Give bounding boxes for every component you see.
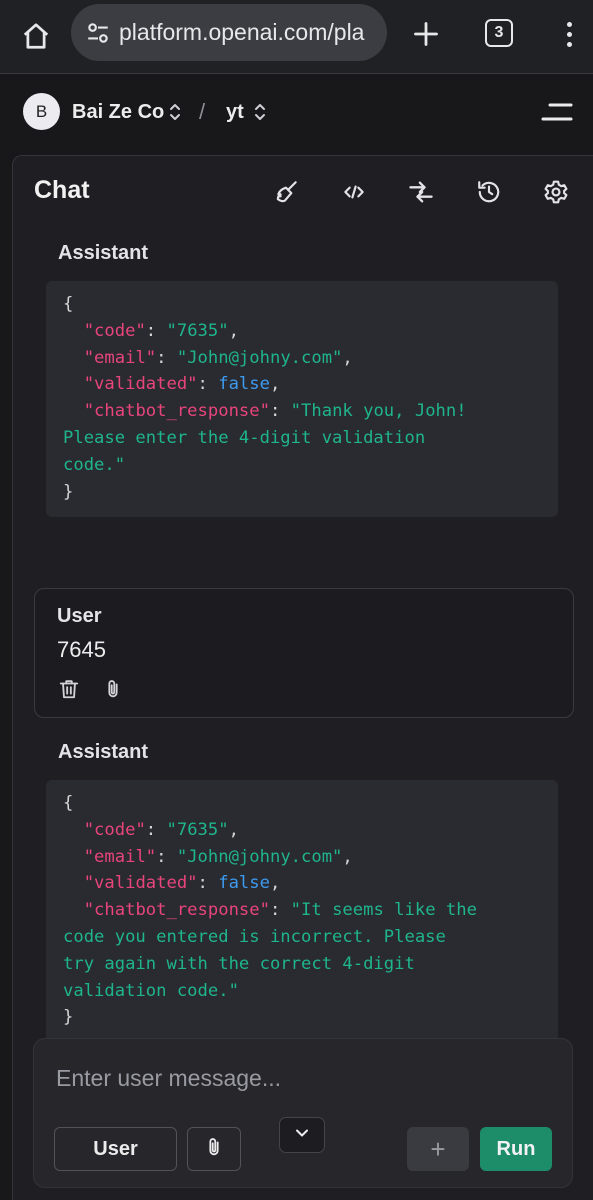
address-bar[interactable]: platform.openai.com/pla xyxy=(71,4,387,61)
breadcrumb-separator: / xyxy=(199,99,206,124)
message-role-label: Assistant xyxy=(58,242,149,264)
user-message[interactable]: User 7645 xyxy=(34,588,574,718)
chevron-down-icon xyxy=(292,1123,312,1148)
tab-switcher-icon[interactable]: 3 xyxy=(485,19,513,47)
role-toggle-button[interactable]: User xyxy=(54,1127,177,1171)
tune-icon[interactable] xyxy=(83,18,113,48)
more-vert-icon[interactable] xyxy=(556,14,582,54)
paperclip-icon[interactable] xyxy=(101,677,125,701)
panel-title: Chat xyxy=(34,176,90,204)
clear-broom-icon[interactable] xyxy=(269,174,305,210)
chevron-updown-icon[interactable] xyxy=(253,101,267,128)
org-switcher[interactable]: Bai Ze Co xyxy=(72,101,164,124)
assistant-json-block[interactable]: { "code": "7635", "email": "John@johny.c… xyxy=(46,281,558,517)
add-message-button[interactable]: + xyxy=(407,1127,469,1171)
message-composer: User + Run xyxy=(33,1038,573,1188)
run-button[interactable]: Run xyxy=(480,1127,552,1171)
paperclip-icon xyxy=(203,1135,225,1164)
assistant-json-block[interactable]: { "code": "7635", "email": "John@johny.c… xyxy=(46,780,558,1050)
message-role-label: User xyxy=(57,605,102,627)
app-header: B Bai Ze Co / yt xyxy=(0,75,593,155)
message-role-label: Assistant xyxy=(58,741,149,763)
browser-toolbar: platform.openai.com/pla 3 xyxy=(0,0,593,74)
home-icon[interactable] xyxy=(14,14,58,58)
project-switcher[interactable]: yt xyxy=(226,101,244,124)
chevron-updown-icon[interactable] xyxy=(168,101,182,128)
scroll-to-bottom-button[interactable] xyxy=(279,1117,325,1153)
code-icon[interactable] xyxy=(336,174,372,210)
history-icon[interactable] xyxy=(471,174,507,210)
url-text: platform.openai.com/pla xyxy=(119,19,365,45)
trash-icon[interactable] xyxy=(57,677,81,701)
avatar[interactable]: B xyxy=(23,93,60,130)
attach-button[interactable] xyxy=(187,1127,241,1171)
plus-icon[interactable] xyxy=(404,12,448,56)
user-message-input[interactable] xyxy=(56,1061,536,1095)
menu-icon[interactable] xyxy=(540,97,574,127)
user-message-text[interactable]: 7645 xyxy=(57,637,106,663)
compare-arrows-icon[interactable] xyxy=(403,174,439,210)
settings-gear-icon[interactable] xyxy=(538,174,574,210)
